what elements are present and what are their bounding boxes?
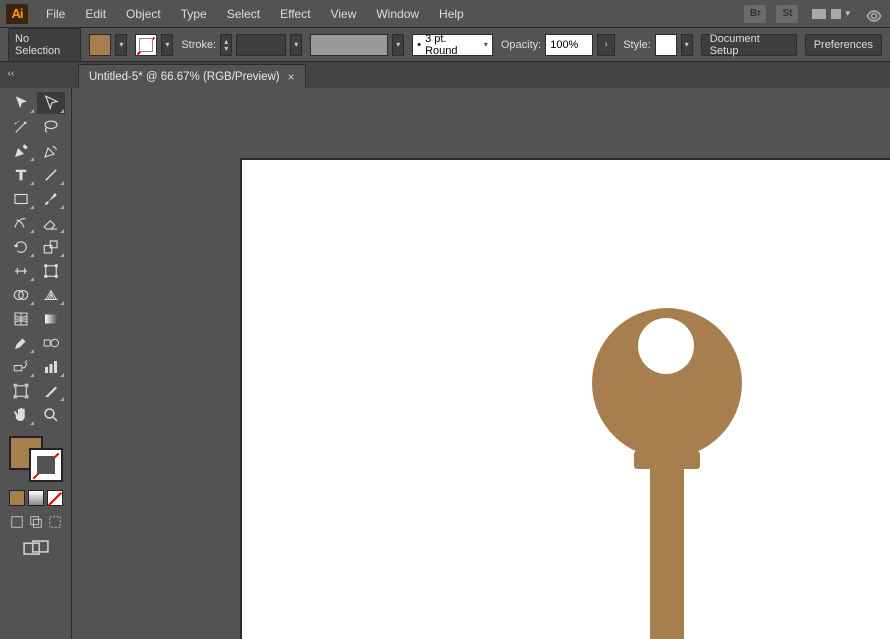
stroke-swatch[interactable] <box>135 34 157 56</box>
shape-builder-tool[interactable] <box>7 284 35 306</box>
free-transform-tool[interactable] <box>37 260 65 282</box>
stroke-color-box[interactable] <box>29 448 63 482</box>
blend-tool[interactable] <box>37 332 65 354</box>
opacity-label: Opacity: <box>501 39 541 51</box>
arrange-documents-button[interactable]: ▾ <box>811 8 850 19</box>
eraser-tool[interactable] <box>37 212 65 234</box>
canvas-area[interactable] <box>72 88 890 639</box>
tools-panel <box>0 88 72 639</box>
app-logo: Ai <box>6 4 28 24</box>
control-bar: No Selection ▾ ▾ Stroke: ▴▾ ▾ ▾ • 3 pt. … <box>0 28 890 62</box>
curvature-tool[interactable] <box>37 140 65 162</box>
direct-selection-tool[interactable] <box>37 92 65 114</box>
fill-swatch[interactable] <box>89 34 111 56</box>
document-setup-button[interactable]: Document Setup <box>701 34 797 56</box>
hand-tool[interactable] <box>7 404 35 426</box>
gradient-tool[interactable] <box>37 308 65 330</box>
screen-mode-button[interactable] <box>23 540 49 558</box>
scale-tool[interactable] <box>37 236 65 258</box>
opacity-value[interactable]: 100% <box>545 34 593 56</box>
line-segment-tool[interactable] <box>37 164 65 186</box>
gpu-preview-icon[interactable] <box>864 6 884 22</box>
stroke-weight-input[interactable] <box>236 34 286 56</box>
graphic-style-swatch[interactable] <box>655 34 677 56</box>
eyedropper-tool[interactable] <box>7 332 35 354</box>
symbol-sprayer-tool[interactable] <box>7 356 35 378</box>
document-tab-bar: Untitled-5* @ 66.67% (RGB/Preview) × <box>0 62 890 88</box>
perspective-grid-tool[interactable] <box>37 284 65 306</box>
fill-stroke-indicator[interactable] <box>9 436 63 482</box>
selection-tool[interactable] <box>7 92 35 114</box>
preferences-button[interactable]: Preferences <box>805 34 882 56</box>
rectangle-tool[interactable] <box>7 188 35 210</box>
column-graph-tool[interactable] <box>37 356 65 378</box>
key-shape-shaft[interactable] <box>650 452 684 639</box>
color-mode-gradient[interactable] <box>28 490 44 506</box>
pen-tool[interactable] <box>7 140 35 162</box>
magic-wand-tool[interactable] <box>7 116 35 138</box>
zoom-tool[interactable] <box>37 404 65 426</box>
draw-behind-icon[interactable] <box>28 514 44 530</box>
graphic-style-dropdown[interactable]: ▾ <box>681 34 693 56</box>
close-tab-icon[interactable]: × <box>288 70 295 84</box>
width-tool[interactable] <box>7 260 35 282</box>
document-tab[interactable]: Untitled-5* @ 66.67% (RGB/Preview) × <box>78 64 306 88</box>
menu-bar: Ai File Edit Object Type Select Effect V… <box>0 0 890 28</box>
color-mode-row <box>9 490 63 506</box>
color-mode-solid[interactable] <box>9 490 25 506</box>
variable-width-profile[interactable] <box>310 34 388 56</box>
draw-inside-icon[interactable] <box>47 514 63 530</box>
color-mode-none[interactable] <box>47 490 63 506</box>
shaper-tool[interactable] <box>7 212 35 234</box>
variable-width-dropdown[interactable]: ▾ <box>392 34 404 56</box>
menu-select[interactable]: Select <box>219 3 268 25</box>
style-label: Style: <box>623 39 651 51</box>
collapse-dock-icon[interactable]: ‹‹ <box>4 68 18 78</box>
artboard-tool[interactable] <box>7 380 35 402</box>
drawing-mode-row <box>9 514 63 530</box>
brush-definition-label: 3 pt. Round <box>425 33 478 57</box>
mesh-tool[interactable] <box>7 308 35 330</box>
slice-tool[interactable] <box>37 380 65 402</box>
document-tab-title: Untitled-5* @ 66.67% (RGB/Preview) <box>89 71 280 83</box>
stroke-weight-stepper[interactable]: ▴▾ <box>220 34 232 56</box>
type-tool[interactable] <box>7 164 35 186</box>
fill-swatch-dropdown[interactable]: ▾ <box>115 34 127 56</box>
stock-button[interactable]: St <box>776 5 798 23</box>
stroke-weight-dropdown[interactable]: ▾ <box>290 34 302 56</box>
lasso-tool[interactable] <box>37 116 65 138</box>
menu-window[interactable]: Window <box>368 3 427 25</box>
paintbrush-tool[interactable] <box>37 188 65 210</box>
bridge-button[interactable]: Br <box>744 5 766 23</box>
brush-definition-dropdown[interactable]: • 3 pt. Round ▾ <box>412 34 493 56</box>
selection-indicator: No Selection <box>8 28 81 62</box>
main-area <box>0 88 890 639</box>
opacity-dropdown[interactable]: › <box>597 34 615 56</box>
menu-effect[interactable]: Effect <box>272 3 318 25</box>
artboard[interactable] <box>242 160 890 639</box>
menu-view[interactable]: View <box>323 3 365 25</box>
menu-file[interactable]: File <box>38 3 73 25</box>
stroke-swatch-dropdown[interactable]: ▾ <box>161 34 173 56</box>
rotate-tool[interactable] <box>7 236 35 258</box>
key-shape-hole[interactable] <box>638 318 694 374</box>
menu-type[interactable]: Type <box>173 3 215 25</box>
menu-edit[interactable]: Edit <box>77 3 114 25</box>
draw-normal-icon[interactable] <box>9 514 25 530</box>
menu-help[interactable]: Help <box>431 3 472 25</box>
menu-object[interactable]: Object <box>118 3 169 25</box>
stroke-label: Stroke: <box>181 39 216 51</box>
